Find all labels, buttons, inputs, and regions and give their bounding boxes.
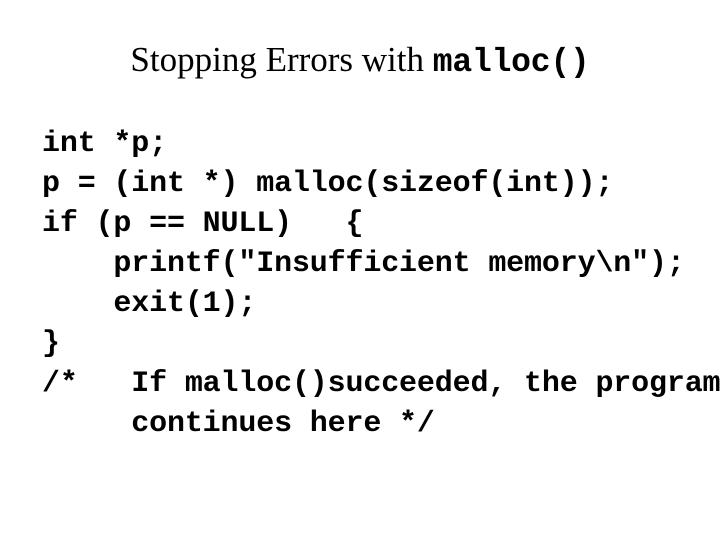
code-line: /* If malloc()succeeded, the program	[42, 367, 720, 401]
code-block: int *p; p = (int *) malloc(sizeof(int));…	[42, 124, 720, 444]
page-title: Stopping Errors with malloc()	[0, 42, 720, 79]
page-title-serif-text: Stopping Errors with	[130, 40, 433, 79]
code-line: }	[42, 327, 60, 361]
code-line: printf("Insufficient memory\n");	[42, 247, 685, 281]
code-line: exit(1);	[42, 287, 257, 321]
code-line: if (p == NULL) {	[42, 207, 364, 241]
slide-canvas: Stopping Errors with malloc() int *p; p …	[0, 0, 720, 540]
code-line: int *p;	[42, 127, 167, 161]
page-title-code-text: malloc()	[432, 44, 590, 81]
code-line: continues here */	[42, 407, 435, 441]
code-line: p = (int *) malloc(sizeof(int));	[42, 167, 614, 201]
